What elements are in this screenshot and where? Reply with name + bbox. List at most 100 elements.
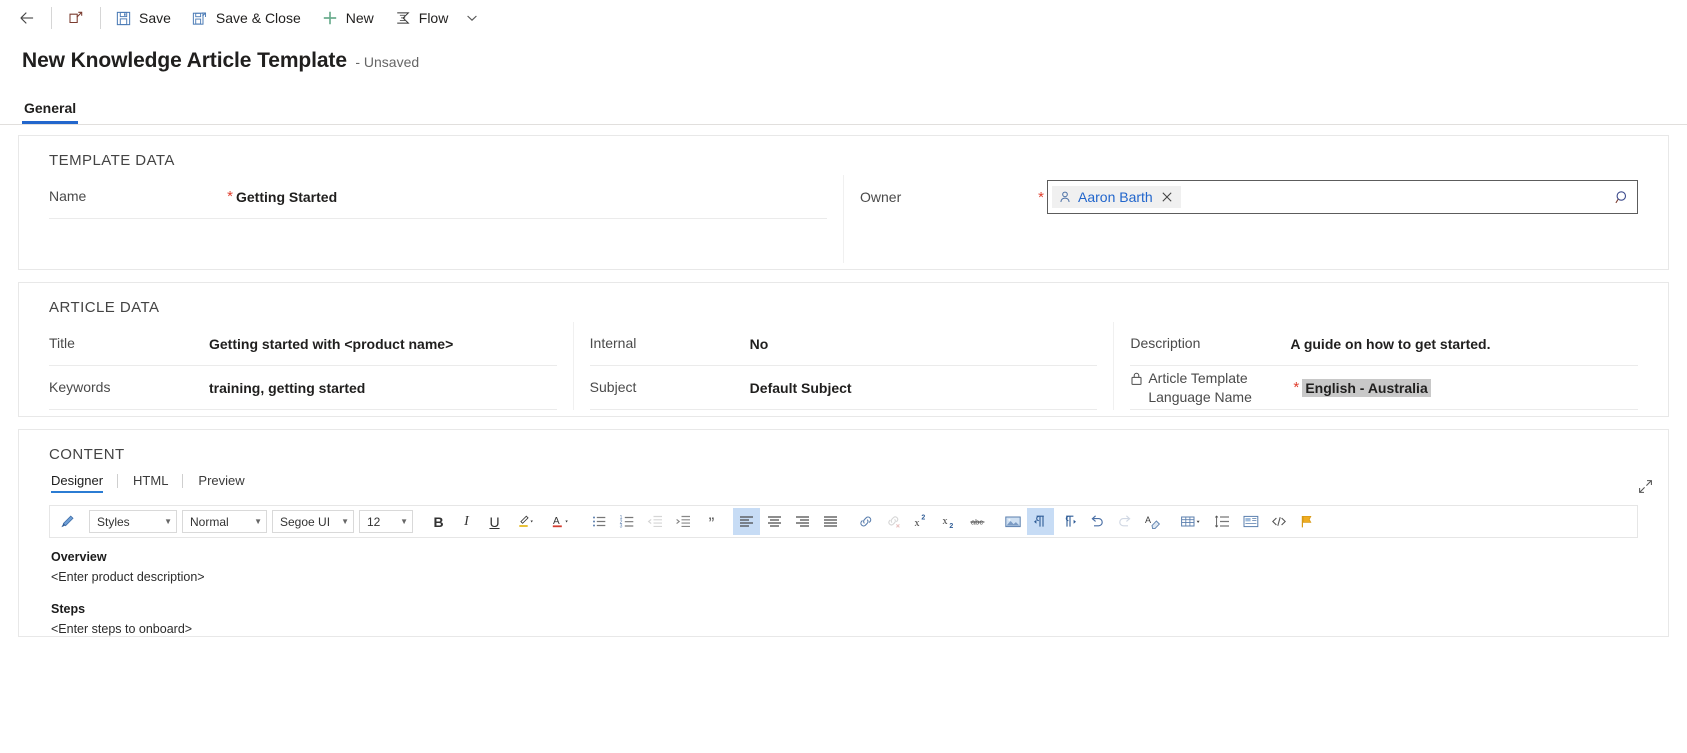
svg-text:3: 3 xyxy=(620,524,623,530)
highlight-color-button[interactable] xyxy=(509,508,543,535)
editor-tab-divider-1 xyxy=(117,474,119,488)
undo-icon xyxy=(1088,513,1106,530)
article-template-language-name-field-value[interactable]: English - Australia xyxy=(1302,378,1431,397)
description-field-label: Description xyxy=(1130,334,1290,353)
styles-select[interactable]: Styles ▼ xyxy=(89,510,177,533)
template-data-right-spacer xyxy=(860,219,1638,263)
numbered-list-button[interactable]: 123 xyxy=(614,508,641,535)
bulleted-list-button[interactable] xyxy=(586,508,613,535)
owner-pill-name: Aaron Barth xyxy=(1078,189,1153,205)
insert-table-button[interactable] xyxy=(1174,508,1208,535)
insert-link-button[interactable] xyxy=(852,508,879,535)
font-size-select-value: 12 xyxy=(367,514,381,529)
paragraph-format-select[interactable]: Normal ▼ xyxy=(182,510,267,533)
align-right-icon xyxy=(794,513,811,530)
owner-lookup-input[interactable]: Aaron Barth xyxy=(1047,180,1638,214)
align-center-button[interactable] xyxy=(761,508,788,535)
title-field-value[interactable]: Getting started with <product name> xyxy=(209,336,453,352)
italic-button[interactable]: I xyxy=(453,508,480,535)
owner-required-marker: * xyxy=(1038,188,1044,206)
rich-text-editor-body[interactable]: Overview <Enter product description> Ste… xyxy=(49,538,1638,636)
font-family-select[interactable]: Segoe UI ▼ xyxy=(272,510,354,533)
command-bar-overflow-button[interactable] xyxy=(458,0,486,36)
font-color-button[interactable]: A xyxy=(544,508,578,535)
tab-general[interactable]: General xyxy=(22,100,79,124)
strikethrough-button[interactable]: abc xyxy=(964,508,991,535)
back-button[interactable] xyxy=(6,0,48,36)
undo-button[interactable] xyxy=(1083,508,1110,535)
flow-icon xyxy=(394,9,412,27)
increase-indent-button[interactable] xyxy=(670,508,697,535)
svg-text:2: 2 xyxy=(949,523,953,530)
title-field-label: Title xyxy=(49,334,209,353)
bold-button[interactable]: B xyxy=(425,508,452,535)
field-row-article-template-language-name: Article Template Language Name * English… xyxy=(1130,366,1639,410)
align-right-button[interactable] xyxy=(789,508,816,535)
internal-field-value[interactable]: No xyxy=(750,336,769,352)
styles-select-value: Styles xyxy=(97,514,130,529)
expand-editor-button[interactable] xyxy=(1637,478,1654,495)
field-row-keywords: Keywords training, getting started xyxy=(49,366,557,410)
save-and-close-button[interactable]: Save & Close xyxy=(181,0,311,36)
tab-html[interactable]: HTML xyxy=(131,473,182,493)
link-icon xyxy=(857,513,875,530)
subject-field-value[interactable]: Default Subject xyxy=(750,380,852,396)
keywords-field-value[interactable]: training, getting started xyxy=(209,380,365,396)
line-spacing-button[interactable] xyxy=(1209,508,1236,535)
decrease-indent-button[interactable] xyxy=(642,508,669,535)
redo-button[interactable] xyxy=(1111,508,1138,535)
numbered-list-icon: 123 xyxy=(619,513,636,530)
blockquote-button[interactable]: ” xyxy=(698,508,725,535)
justify-button[interactable] xyxy=(817,508,844,535)
title-label-text: Title xyxy=(49,335,75,351)
save-icon xyxy=(114,9,132,27)
right-to-left-button[interactable] xyxy=(1055,508,1082,535)
editor-paragraph-steps-onboard: <Enter steps to onboard> xyxy=(51,622,193,636)
plus-icon xyxy=(321,9,339,27)
name-field-value[interactable]: Getting Started xyxy=(236,189,337,205)
form-canvas: TEMPLATE DATA Name * Getting Started Own… xyxy=(0,125,1687,637)
editor-heading-overview: Overview xyxy=(51,550,107,564)
line-spacing-icon xyxy=(1214,513,1231,530)
superscript-button[interactable]: x2 xyxy=(908,508,935,535)
close-icon[interactable] xyxy=(1159,191,1175,203)
subscript-button[interactable]: x2 xyxy=(936,508,963,535)
left-to-right-button[interactable] xyxy=(1027,508,1054,535)
tab-preview[interactable]: Preview xyxy=(196,473,258,493)
article-data-columns: Title Getting started with <product name… xyxy=(33,322,1654,410)
format-painter-button[interactable] xyxy=(54,508,81,535)
open-in-new-window-button[interactable] xyxy=(55,0,97,36)
flow-button[interactable]: Flow xyxy=(384,0,459,36)
align-left-icon xyxy=(738,513,755,530)
tab-html-label: HTML xyxy=(133,473,169,488)
search-icon[interactable] xyxy=(1614,189,1631,206)
owner-pill[interactable]: Aaron Barth xyxy=(1052,186,1181,208)
description-field-value[interactable]: A guide on how to get started. xyxy=(1290,336,1490,352)
insert-image-button[interactable] xyxy=(999,508,1026,535)
lock-icon xyxy=(1130,371,1143,386)
article-data-column-3: Description A guide on how to get starte… xyxy=(1113,322,1654,410)
remove-link-button[interactable] xyxy=(880,508,907,535)
editor-heading-steps: Steps xyxy=(51,602,86,616)
internal-field-label: Internal xyxy=(590,334,750,353)
tab-designer-label: Designer xyxy=(51,473,104,488)
new-button[interactable]: New xyxy=(311,0,384,36)
save-button[interactable]: Save xyxy=(104,0,181,36)
font-size-select[interactable]: 12 ▼ xyxy=(359,510,413,533)
editor-paragraph-product-description: <Enter product description> xyxy=(51,570,205,584)
subscript-icon: x2 xyxy=(941,513,958,530)
save-and-close-icon xyxy=(191,9,209,27)
internal-label-text: Internal xyxy=(589,335,637,351)
underline-button[interactable]: U xyxy=(481,508,508,535)
field-row-name: Name * Getting Started xyxy=(49,175,827,219)
tab-designer[interactable]: Designer xyxy=(51,473,117,493)
clear-formatting-button[interactable]: A xyxy=(1139,508,1166,535)
source-code-button[interactable] xyxy=(1265,508,1292,535)
flag-button[interactable] xyxy=(1293,508,1320,535)
section-article-data-title: ARTICLE DATA xyxy=(49,299,160,316)
editor-mode-tabs: Designer HTML Preview xyxy=(51,473,1654,493)
align-left-button[interactable] xyxy=(733,508,760,535)
name-field-label: Name xyxy=(49,187,224,206)
paragraph-format-select-value: Normal xyxy=(190,514,229,529)
insert-template-button[interactable] xyxy=(1237,508,1264,535)
